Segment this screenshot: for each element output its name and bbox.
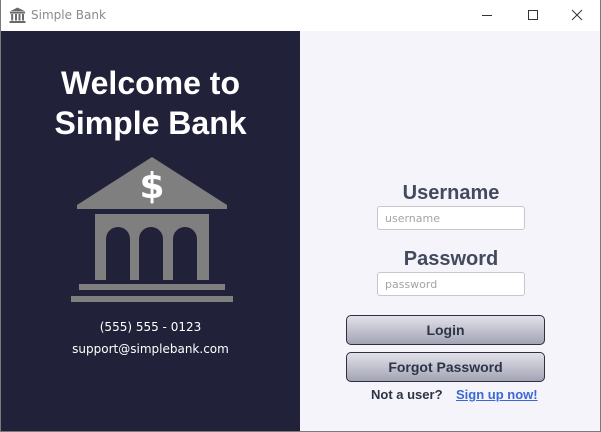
maximize-icon bbox=[528, 10, 538, 20]
close-button[interactable] bbox=[554, 0, 600, 31]
support-phone: (555) 555 - 0123 bbox=[99, 320, 202, 334]
welcome-line-2: Simple Bank bbox=[54, 105, 247, 141]
svg-text:$: $ bbox=[139, 166, 164, 207]
username-label: Username bbox=[402, 182, 500, 204]
bank-dollar-icon: $ bbox=[71, 157, 233, 302]
welcome-heading: Welcome to Simple Bank bbox=[1, 63, 300, 143]
not-a-user-text: Not a user? bbox=[371, 387, 443, 402]
login-panel: Username Password Login Forgot Password … bbox=[300, 31, 600, 431]
password-label: Password bbox=[403, 248, 499, 270]
close-icon bbox=[571, 9, 583, 21]
signup-row: Not a user? Sign up now! bbox=[300, 387, 600, 405]
signup-link[interactable]: Sign up now! bbox=[456, 387, 538, 402]
title-bar[interactable]: Simple Bank bbox=[1, 0, 600, 31]
branding-panel: Welcome to Simple Bank $ (555) 555 - 012… bbox=[1, 31, 300, 431]
username-input[interactable] bbox=[377, 206, 525, 230]
minimize-button[interactable] bbox=[464, 0, 510, 31]
forgot-password-button[interactable]: Forgot Password bbox=[346, 352, 545, 382]
welcome-line-1: Welcome to bbox=[61, 65, 240, 101]
app-window: Simple Bank Welcome to Simple Bank $ (55… bbox=[0, 0, 601, 432]
support-email: support@simplebank.com bbox=[72, 342, 229, 356]
minimize-icon bbox=[482, 15, 492, 16]
window-title: Simple Bank bbox=[31, 8, 106, 22]
bank-icon bbox=[9, 7, 26, 23]
password-input[interactable] bbox=[377, 272, 525, 296]
maximize-button[interactable] bbox=[510, 0, 556, 31]
login-button[interactable]: Login bbox=[346, 315, 545, 345]
